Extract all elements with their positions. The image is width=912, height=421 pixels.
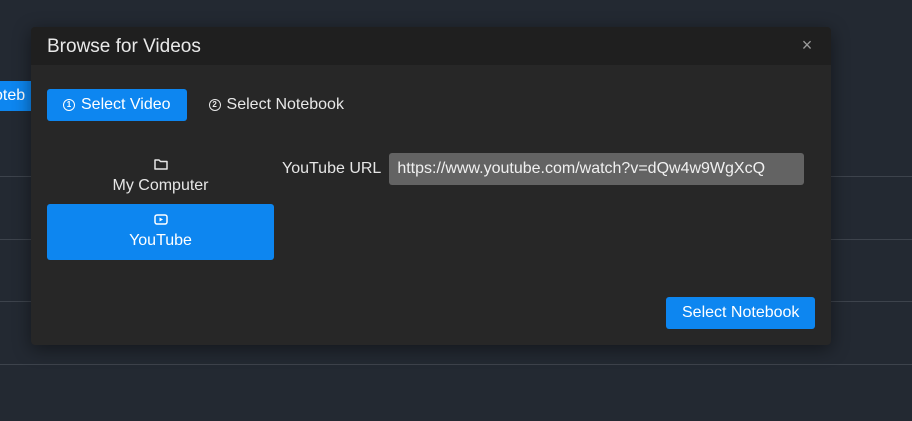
browse-videos-dialog: Browse for Videos × 1 Select Video 2 Sel…: [31, 27, 831, 345]
source-list: My Computer YouTube: [47, 148, 274, 260]
step-tabs: 1 Select Video 2 Select Notebook: [47, 89, 359, 121]
source-label: My Computer: [112, 176, 209, 194]
dialog-header: Browse for Videos ×: [31, 27, 831, 65]
folder-icon: [153, 158, 168, 170]
youtube-url-input[interactable]: [389, 153, 805, 185]
step-number-1-icon: 1: [63, 99, 75, 111]
step-select-notebook[interactable]: 2 Select Notebook: [193, 89, 359, 121]
youtube-icon: [153, 214, 168, 225]
source-label: YouTube: [129, 232, 192, 249]
source-youtube[interactable]: YouTube: [47, 204, 274, 260]
source-my-computer[interactable]: My Computer: [47, 148, 274, 204]
select-notebook-button[interactable]: Select Notebook: [666, 297, 816, 329]
step-label: Select Video: [81, 96, 171, 113]
dialog-title: Browse for Videos: [47, 36, 201, 57]
youtube-url-row: YouTube URL: [282, 153, 805, 185]
background-divider: [0, 364, 912, 365]
step-number-2-icon: 2: [208, 99, 221, 111]
youtube-url-label: YouTube URL: [282, 160, 382, 177]
step-label: Select Notebook: [226, 96, 344, 113]
close-button[interactable]: ×: [797, 35, 817, 55]
step-select-video[interactable]: 1 Select Video: [47, 89, 187, 121]
